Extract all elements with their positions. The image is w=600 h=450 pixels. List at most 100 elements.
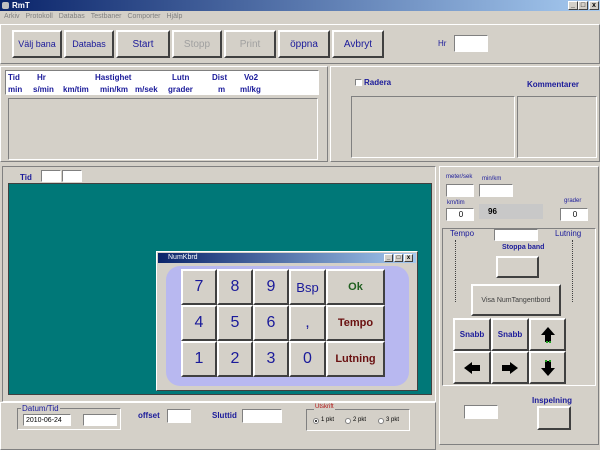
key-4[interactable]: 4 bbox=[181, 305, 217, 341]
date-input[interactable]: 2010-06-24 bbox=[23, 414, 71, 426]
menu-protokoll[interactable]: Protokoll bbox=[26, 13, 53, 20]
comment-list[interactable] bbox=[351, 96, 515, 158]
col-vo2: Vo2 bbox=[244, 73, 259, 82]
window-title: RmT bbox=[12, 1, 30, 10]
inspelning-label: Inspelning bbox=[532, 396, 572, 405]
arrow-down-icon bbox=[540, 359, 555, 376]
increase-incline-button[interactable] bbox=[529, 318, 566, 351]
numpad-titlebar: NumKbrd _ □ x bbox=[158, 253, 416, 263]
col-hr: Hr bbox=[37, 73, 46, 82]
unit-min: min bbox=[8, 85, 23, 94]
sluttid-input[interactable] bbox=[242, 409, 282, 423]
arrow-left-icon bbox=[464, 361, 480, 374]
bottom-right-input[interactable] bbox=[464, 405, 498, 419]
inspelning-button[interactable] bbox=[537, 406, 571, 430]
key-ok[interactable]: Ok bbox=[326, 269, 385, 305]
grader-label: grader bbox=[564, 198, 582, 204]
offset-label: offset bbox=[138, 411, 160, 420]
min-km-input[interactable] bbox=[479, 184, 513, 197]
arrow-up-icon bbox=[540, 326, 555, 343]
data-table-body[interactable] bbox=[8, 98, 318, 160]
meter-sek-label: meter/sek bbox=[446, 174, 473, 180]
radio-1pkt[interactable] bbox=[313, 418, 319, 424]
databas-button[interactable]: Databas bbox=[64, 30, 114, 58]
hr-input[interactable] bbox=[454, 35, 488, 52]
unit-km-tim: km/tim bbox=[63, 85, 89, 94]
title-bar: RmT _ □ x bbox=[0, 0, 600, 11]
utskrift-label: Utskrift bbox=[314, 404, 335, 410]
unit-ml-kg: ml/kg bbox=[240, 85, 261, 94]
menu-hjalp[interactable]: Hjälp bbox=[166, 13, 182, 20]
km-tim-label: km/tim bbox=[447, 200, 465, 206]
increase-speed-button[interactable] bbox=[491, 351, 529, 384]
decrease-incline-button[interactable] bbox=[529, 351, 566, 384]
decrease-speed-button[interactable] bbox=[453, 351, 491, 384]
stoppa-band-button[interactable] bbox=[496, 256, 539, 278]
menu-comporter[interactable]: Comporter bbox=[127, 13, 160, 20]
kommentarer-label: Kommentarer bbox=[527, 80, 580, 89]
start-button[interactable]: Start bbox=[116, 30, 170, 58]
radio-2pkt[interactable] bbox=[345, 418, 351, 424]
unit-s-min: s/min bbox=[33, 85, 54, 94]
unit-m: m bbox=[218, 85, 226, 94]
sluttid-label: Sluttid bbox=[212, 411, 237, 420]
close-button[interactable]: x bbox=[589, 1, 599, 10]
unit-min-km: min/km bbox=[100, 85, 129, 94]
radera-label: Radera bbox=[364, 78, 392, 87]
numpad-title: NumKbrd bbox=[168, 254, 198, 261]
visa-numtangentbord-button[interactable]: Visa NumTangentbord bbox=[471, 284, 561, 316]
key-1[interactable]: 1 bbox=[181, 341, 217, 377]
key-tempo[interactable]: Tempo bbox=[326, 305, 385, 341]
lutning-label: Lutning bbox=[555, 229, 582, 238]
key-3[interactable]: 3 bbox=[253, 341, 289, 377]
minimize-button[interactable]: _ bbox=[568, 1, 578, 10]
key-2[interactable]: 2 bbox=[217, 341, 253, 377]
tempo-input[interactable] bbox=[494, 229, 538, 241]
key-backspace[interactable]: Bsp bbox=[289, 269, 326, 305]
key-5[interactable]: 5 bbox=[217, 305, 253, 341]
key-0[interactable]: 0 bbox=[289, 341, 326, 377]
meter-sek-input[interactable] bbox=[446, 184, 474, 197]
lutning-slider[interactable] bbox=[572, 240, 580, 302]
col-lutn: Lutn bbox=[172, 73, 190, 82]
app-icon bbox=[2, 2, 9, 9]
radera-checkbox[interactable] bbox=[355, 79, 362, 86]
offset-input[interactable] bbox=[167, 409, 191, 423]
key-9[interactable]: 9 bbox=[253, 269, 289, 305]
key-lutning[interactable]: Lutning bbox=[326, 341, 385, 377]
key-6[interactable]: 6 bbox=[253, 305, 289, 341]
print-button[interactable]: Print bbox=[224, 30, 276, 58]
comment-text[interactable] bbox=[517, 96, 597, 158]
hr-label: Hr bbox=[438, 39, 447, 48]
snabb-button-1[interactable]: Snabb bbox=[453, 318, 491, 351]
numpad-maximize-button[interactable]: □ bbox=[394, 254, 403, 262]
menu-databas[interactable]: Databas bbox=[59, 13, 85, 20]
min-km-label: min/km bbox=[482, 176, 502, 182]
oppna-button[interactable]: öppna bbox=[278, 30, 330, 58]
tempo-slider[interactable] bbox=[455, 240, 463, 302]
maximize-button[interactable]: □ bbox=[578, 1, 588, 10]
numpad-close-button[interactable]: x bbox=[404, 254, 413, 262]
key-comma[interactable]: , bbox=[289, 305, 326, 341]
grader-input[interactable]: 0 bbox=[560, 208, 588, 221]
avbryt-button[interactable]: Avbryt bbox=[332, 30, 384, 58]
snabb-button-2[interactable]: Snabb bbox=[491, 318, 529, 351]
menu-arkiv[interactable]: Arkiv bbox=[4, 13, 20, 20]
key-8[interactable]: 8 bbox=[217, 269, 253, 305]
radio-3pkt-label: 3 pkt bbox=[386, 417, 400, 423]
numpad-minimize-button[interactable]: _ bbox=[384, 254, 393, 262]
time-input[interactable] bbox=[83, 414, 117, 426]
stopp-button[interactable]: Stopp bbox=[172, 30, 222, 58]
menu-testbaner[interactable]: Testbaner bbox=[91, 13, 122, 20]
valj-bana-button[interactable]: Välj bana bbox=[12, 30, 62, 58]
col-hastighet: Hastighet bbox=[95, 73, 132, 82]
col-tid: Tid bbox=[8, 73, 20, 82]
unit-grader: grader bbox=[168, 85, 193, 94]
menu-bar: Arkiv Protokoll Databas Testbaner Compor… bbox=[0, 11, 600, 23]
radio-2pkt-label: 2 pkt bbox=[353, 417, 367, 423]
unit-m-sek: m/sek bbox=[135, 85, 158, 94]
key-7[interactable]: 7 bbox=[181, 269, 217, 305]
radio-3pkt[interactable] bbox=[378, 418, 384, 424]
tempo-label: Tempo bbox=[450, 229, 475, 238]
km-tim-input[interactable]: 0 bbox=[446, 208, 474, 221]
